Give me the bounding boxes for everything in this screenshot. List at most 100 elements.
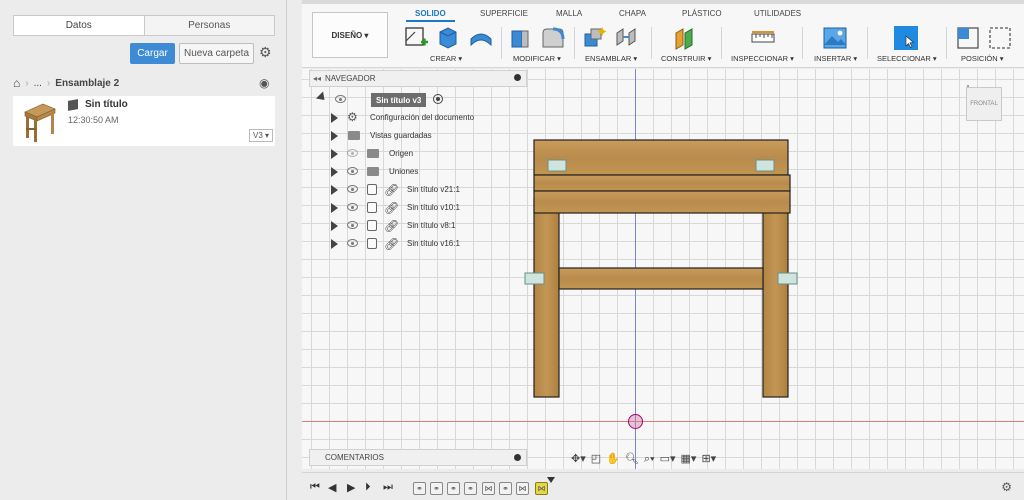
timeline-feature-icon[interactable]: ⚭ bbox=[413, 482, 426, 495]
display-settings-icon[interactable]: ▭▾ bbox=[660, 452, 676, 466]
expand-triangle-icon[interactable] bbox=[331, 185, 338, 195]
go-to-start-icon[interactable]: ⏮ bbox=[310, 481, 320, 494]
panel-pin-icon[interactable] bbox=[514, 74, 521, 81]
joint-icon[interactable] bbox=[613, 25, 639, 51]
home-icon[interactable]: ⌂ bbox=[13, 76, 20, 90]
collapse-icon[interactable]: ◂◂ bbox=[313, 74, 321, 83]
eye-icon[interactable] bbox=[347, 185, 358, 193]
origin-marker[interactable] bbox=[628, 414, 643, 429]
expand-triangle-icon[interactable] bbox=[331, 113, 338, 123]
root-component-label[interactable]: Sin título v3 bbox=[371, 93, 427, 107]
expand-triangle-icon[interactable] bbox=[331, 203, 338, 213]
gear-icon[interactable]: ⚙ bbox=[259, 45, 273, 59]
orbit-icon[interactable]: ✥▾ bbox=[571, 452, 586, 466]
timeline-settings-gear-icon[interactable]: ⚙ bbox=[1001, 480, 1012, 494]
insert-image-icon[interactable] bbox=[822, 25, 848, 51]
navigator-item[interactable]: ⚙ Configuración del documento bbox=[309, 109, 527, 127]
hidden-eye-icon[interactable] bbox=[347, 149, 358, 157]
seat-top[interactable] bbox=[533, 139, 789, 176]
pan-icon[interactable]: ✋ bbox=[606, 452, 620, 466]
go-to-end-icon[interactable]: ⏭ bbox=[383, 481, 393, 494]
step-back-icon[interactable]: ◀︎ bbox=[328, 481, 336, 494]
activate-radio-icon[interactable] bbox=[433, 94, 443, 104]
joint-marker[interactable] bbox=[524, 272, 545, 285]
offset-plane-icon[interactable] bbox=[673, 25, 699, 51]
create-box-icon[interactable] bbox=[435, 25, 461, 51]
right-leg[interactable] bbox=[762, 198, 789, 398]
create-sketch-icon[interactable] bbox=[403, 25, 429, 51]
timeline-feature-icon[interactable]: ⚭ bbox=[447, 482, 460, 495]
timeline-joint-icon[interactable]: ⋈ bbox=[516, 482, 529, 495]
assemble-menu[interactable]: ENSAMBLAR ▾ bbox=[585, 54, 637, 63]
expand-triangle-icon[interactable] bbox=[315, 91, 329, 104]
breadcrumb-ellipsis[interactable]: ... bbox=[34, 78, 42, 89]
tab-plastic[interactable]: PLÁSTICO bbox=[682, 9, 722, 18]
position-menu[interactable]: POSICIÓN ▾ bbox=[961, 54, 1004, 63]
timeline-feature-icon[interactable]: ⚭ bbox=[499, 482, 512, 495]
expand-triangle-icon[interactable] bbox=[331, 221, 338, 231]
cross-rail[interactable] bbox=[558, 267, 764, 290]
navigator-item[interactable]: 🔗︎ Sin título v10:1 bbox=[309, 199, 527, 217]
navigator-item[interactable]: Uniones bbox=[309, 163, 527, 181]
eye-icon[interactable] bbox=[347, 167, 358, 175]
viewports-icon[interactable]: ⊞▾ bbox=[701, 452, 716, 466]
version-badge[interactable]: V3 ▾ bbox=[249, 129, 274, 142]
play-icon[interactable]: ▶︎ bbox=[347, 481, 355, 494]
timeline-feature-icon[interactable]: ⚭ bbox=[464, 482, 477, 495]
globe-icon[interactable]: ◉ bbox=[259, 76, 273, 90]
zoom-icon[interactable]: 🔍︎ bbox=[625, 452, 639, 466]
tab-mesh[interactable]: MALLA bbox=[556, 9, 582, 18]
joint-marker[interactable] bbox=[755, 159, 775, 172]
press-pull-icon[interactable] bbox=[508, 25, 534, 51]
timeline-active-joint-icon[interactable]: ⋈ bbox=[535, 482, 548, 495]
tab-surface[interactable]: SUPERFICIE bbox=[480, 9, 528, 18]
tab-data[interactable]: Datos bbox=[14, 16, 144, 35]
position-revert-icon[interactable] bbox=[987, 25, 1013, 51]
upload-button[interactable]: Cargar bbox=[130, 43, 175, 64]
comments-panel-header[interactable]: COMENTARIOS bbox=[309, 449, 527, 466]
expand-triangle-icon[interactable] bbox=[331, 239, 338, 249]
navigator-root-row[interactable]: Sin título v3 bbox=[309, 91, 527, 109]
inspect-menu[interactable]: INSPECCIONAR ▾ bbox=[731, 54, 794, 63]
tab-people[interactable]: Personas bbox=[143, 16, 274, 35]
seat-frame[interactable] bbox=[533, 190, 791, 214]
tab-sheet-metal[interactable]: CHAPA bbox=[619, 9, 646, 18]
navigator-item[interactable]: Origen bbox=[309, 145, 527, 163]
construct-menu[interactable]: CONSTRUIR ▾ bbox=[661, 54, 711, 63]
navigator-header[interactable]: ◂◂ NAVEGADOR bbox=[309, 70, 527, 87]
create-revolve-icon[interactable] bbox=[468, 25, 494, 51]
viewcube[interactable]: FRONTAL bbox=[966, 87, 1002, 121]
new-folder-button[interactable]: Nueva carpeta bbox=[179, 43, 254, 64]
timeline-marker[interactable] bbox=[547, 477, 555, 483]
navigator-item[interactable]: 🔗︎ Sin título v21:1 bbox=[309, 181, 527, 199]
panel-pin-icon[interactable] bbox=[514, 454, 521, 461]
create-menu[interactable]: CREAR ▾ bbox=[430, 54, 462, 63]
eye-icon[interactable] bbox=[347, 203, 358, 211]
step-forward-icon[interactable]: ⏵ bbox=[365, 481, 371, 494]
expand-triangle-icon[interactable] bbox=[331, 167, 338, 177]
new-component-icon[interactable] bbox=[582, 25, 608, 51]
left-leg[interactable] bbox=[533, 198, 560, 398]
zoom-window-icon[interactable]: ⌕▾ bbox=[644, 452, 655, 466]
tab-solid[interactable]: SOLIDO bbox=[415, 9, 446, 18]
eye-icon[interactable] bbox=[347, 221, 358, 229]
expand-triangle-icon[interactable] bbox=[331, 131, 338, 141]
modify-menu[interactable]: MODIFICAR ▾ bbox=[513, 54, 561, 63]
grid-snaps-icon[interactable]: ▦▾ bbox=[681, 452, 697, 466]
eye-icon[interactable] bbox=[335, 95, 346, 103]
expand-triangle-icon[interactable] bbox=[331, 149, 338, 159]
file-name[interactable]: Sin título bbox=[85, 99, 128, 110]
navigator-item[interactable]: 🔗︎ Sin título v8:1 bbox=[309, 217, 527, 235]
insert-menu[interactable]: INSERTAR ▾ bbox=[814, 54, 857, 63]
tab-utilities[interactable]: UTILIDADES bbox=[754, 9, 801, 18]
navigator-item[interactable]: Vistas guardadas bbox=[309, 127, 527, 145]
joint-marker[interactable] bbox=[547, 159, 567, 172]
eye-icon[interactable] bbox=[347, 239, 358, 247]
select-icon[interactable] bbox=[893, 25, 919, 51]
file-card[interactable]: Sin título 12:30:50 AM V3 ▾ bbox=[13, 96, 275, 146]
workspace-switcher[interactable]: DISEÑO ▾ bbox=[312, 12, 388, 58]
seat-apron[interactable] bbox=[533, 174, 791, 192]
timeline-feature-icon[interactable]: ⚭ bbox=[430, 482, 443, 495]
timeline-joint-icon[interactable]: ⋈ bbox=[482, 482, 495, 495]
fillet-icon[interactable] bbox=[539, 25, 565, 51]
